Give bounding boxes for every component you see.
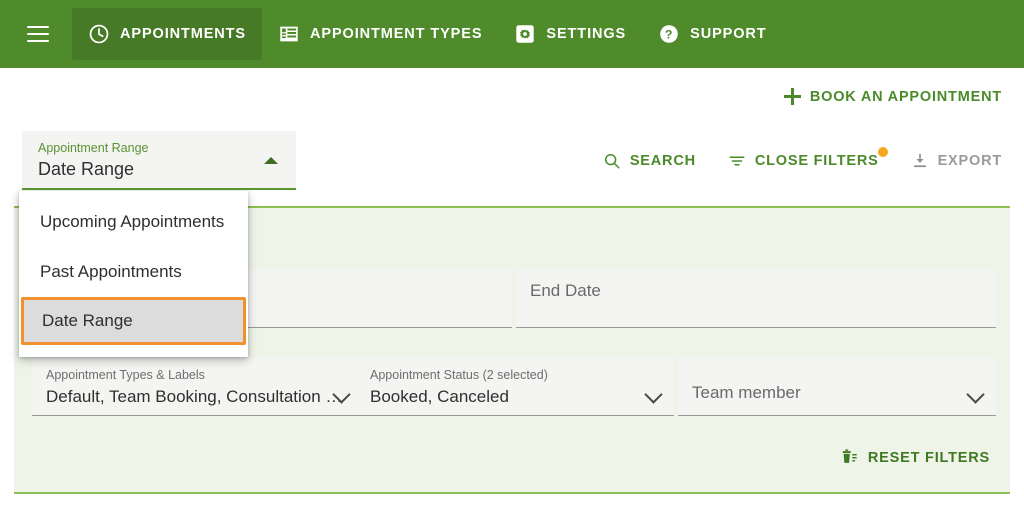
appointment-types-select[interactable]: Appointment Types & Labels Default, Team… [32,358,362,416]
top-navigation-bar: APPOINTMENTS APPOINTMENT TYPES SETTINGS … [0,0,1024,68]
reset-filters-label: RESET FILTERS [867,449,990,466]
menu-item-date-range[interactable]: Date Range [21,297,246,345]
appointment-range-select[interactable]: Appointment Range Date Range [22,131,296,190]
menu-item-past-appointments[interactable]: Past Appointments [19,247,248,297]
reset-filters-button[interactable]: RESET FILTERS [840,448,990,467]
appointment-types-label: Appointment Types & Labels [46,368,205,382]
appointment-types-value: Default, Team Booking, Consultation P… [46,387,348,406]
menu-item-upcoming-appointments[interactable]: Upcoming Appointments [19,197,248,247]
svg-text:?: ? [665,28,673,42]
plus-icon [783,88,801,105]
hamburger-bar [27,26,49,28]
list-icon [280,26,298,42]
hamburger-bar [27,40,49,42]
appointment-status-select[interactable]: Appointment Status (2 selected) Booked, … [356,358,674,416]
clock-icon [89,24,109,44]
nav-label: APPOINTMENT TYPES [310,26,483,42]
close-filters-label: CLOSE FILTERS [754,153,879,169]
nav-item-list: APPOINTMENTS APPOINTMENT TYPES SETTINGS … [72,0,783,68]
appointment-range-dropdown-menu: Upcoming Appointments Past Appointments … [19,191,248,357]
hamburger-bar [27,33,49,35]
export-label: EXPORT [937,153,1002,169]
search-label: SEARCH [629,153,696,169]
appointment-status-value: Booked, Canceled [370,387,509,406]
end-date-field[interactable]: End Date [516,270,996,328]
menu-item-label: Past Appointments [40,262,182,281]
hamburger-menu-icon[interactable] [16,12,60,56]
trash-list-icon [842,449,857,463]
nav-label: SUPPORT [690,26,767,42]
filter-icon [729,156,745,166]
nav-item-appointment-types[interactable]: APPOINTMENT TYPES [262,8,498,60]
appointment-status-label: Appointment Status (2 selected) [370,368,548,382]
menu-item-label: Date Range [42,311,133,330]
nav-label: APPOINTMENTS [120,26,246,42]
book-an-appointment-label: BOOK AN APPOINTMENT [809,88,1002,105]
export-button[interactable]: EXPORT [911,152,1002,170]
search-icon [604,153,620,169]
filters-active-badge [877,147,888,157]
appointment-range-label: Appointment Range [38,141,149,155]
search-button[interactable]: SEARCH [603,152,696,170]
close-filters-button[interactable]: CLOSE FILTERS [728,147,888,170]
nav-item-support[interactable]: ? SUPPORT [642,8,782,60]
question-circle-icon: ? [660,25,678,43]
nav-label: SETTINGS [546,26,627,42]
book-an-appointment-button[interactable]: BOOK AN APPOINTMENT [783,88,1002,105]
team-member-select[interactable]: Team member [678,358,996,416]
gear-icon [516,25,535,43]
end-date-placeholder: End Date [530,281,601,300]
appointments-page: APPOINTMENTS APPOINTMENT TYPES SETTINGS … [0,0,1024,509]
menu-item-label: Upcoming Appointments [40,212,225,231]
download-icon [913,153,926,168]
nav-item-settings[interactable]: SETTINGS [498,8,642,60]
nav-item-appointments[interactable]: APPOINTMENTS [72,8,262,60]
appointment-range-value: Date Range [38,159,135,179]
caret-up-icon [264,157,278,164]
filters-toolbar: SEARCH CLOSE FILTERS EXPORT [603,147,1002,170]
team-member-placeholder: Team member [692,383,801,402]
